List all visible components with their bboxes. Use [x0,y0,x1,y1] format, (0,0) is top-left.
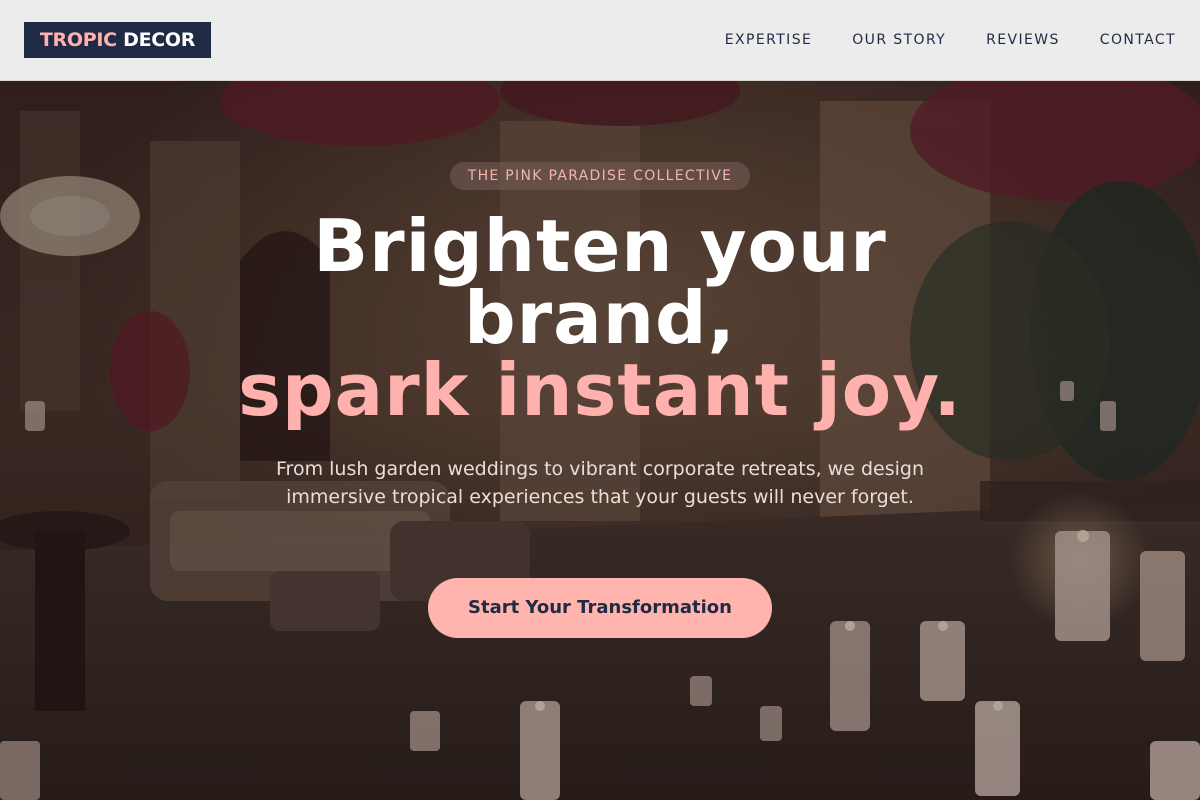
site-header: TROPIC DECOR EXPERTISE OUR STORY REVIEWS… [0,0,1200,81]
hero-headline-line1: Brighten your [313,204,887,288]
nav-link-reviews[interactable]: REVIEWS [986,31,1060,49]
nav-link-contact[interactable]: CONTACT [1100,31,1176,49]
hero-headline: Brighten your brand, spark instant joy. [160,210,1040,426]
hero-headline-line2: brand, [464,276,736,360]
start-transformation-button[interactable]: Start Your Transformation [428,578,772,638]
nav-link-expertise[interactable]: EXPERTISE [725,31,812,49]
nav-link-our-story[interactable]: OUR STORY [852,31,946,49]
hero-subtitle: From lush garden weddings to vibrant cor… [276,458,924,508]
brand-logo-part2: DECOR [123,29,196,51]
brand-logo[interactable]: TROPIC DECOR [24,22,211,58]
hero-section: THE PINK PARADISE COLLECTIVE Brighten yo… [0,0,1200,800]
brand-logo-part1: TROPIC [39,29,117,51]
hero-badge: THE PINK PARADISE COLLECTIVE [450,162,750,190]
main-nav: EXPERTISE OUR STORY REVIEWS CONTACT [725,31,1176,49]
hero-headline-accent: spark instant joy. [238,348,962,432]
